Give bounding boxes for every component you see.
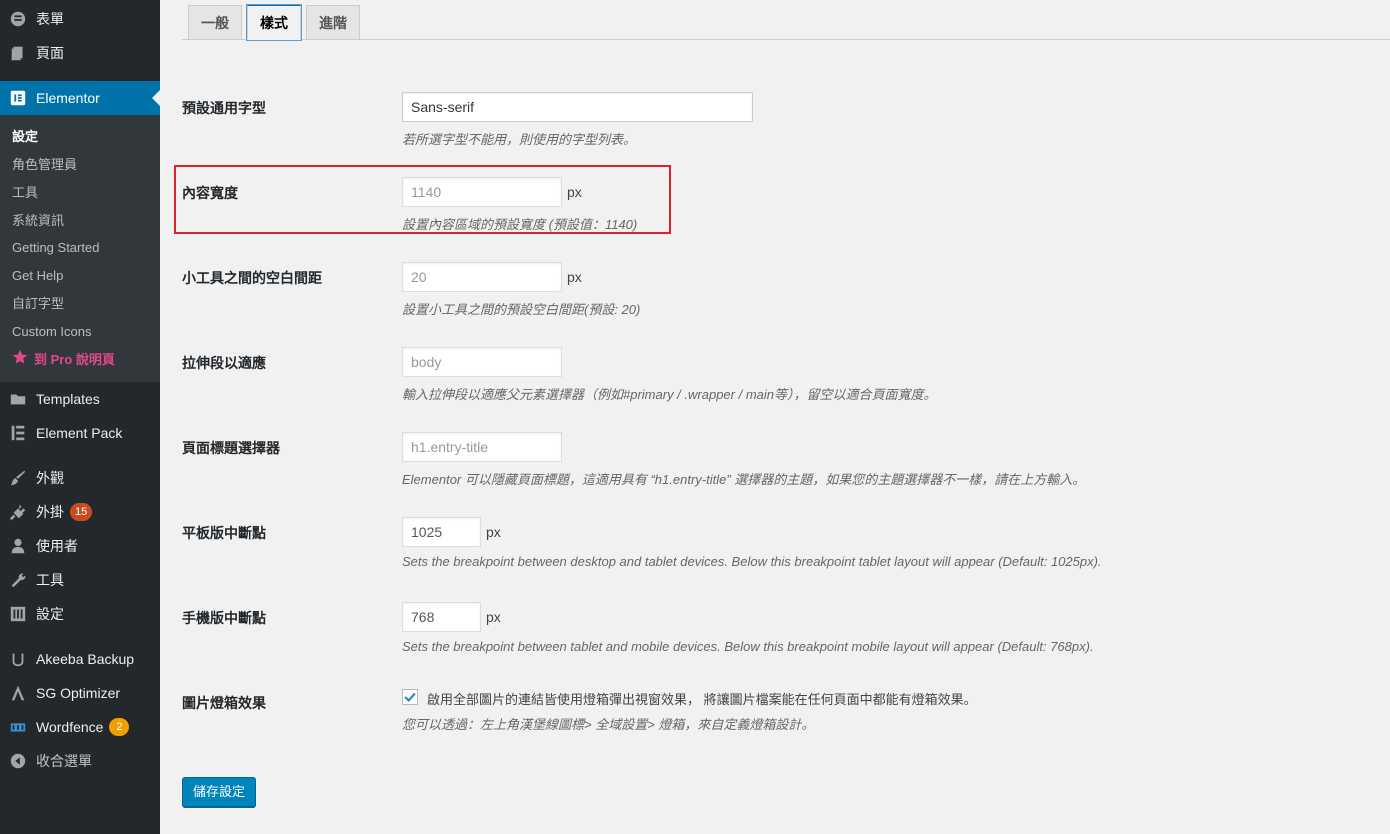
submenu-item-tools[interactable]: 工具 [12, 183, 38, 203]
tab-advanced[interactable]: 進階 [306, 5, 360, 40]
menu-item-label: 設定 [36, 606, 64, 622]
tablet-breakpoint-unit: px [486, 524, 501, 540]
elementor-icon [0, 89, 36, 107]
menu-item-label: 收合選單 [36, 753, 92, 769]
lightbox-checkbox[interactable] [402, 689, 418, 705]
tab-general[interactable]: 一般 [188, 5, 242, 40]
tablet-breakpoint-label: 平板版中斷點 [182, 525, 266, 541]
elementor-submenu: 設定 角色管理員 工具 系統資訊 Getting Started Get Hel… [0, 115, 160, 382]
submenu-item-custom-fonts[interactable]: 自訂字型 [12, 294, 64, 314]
save-settings-button[interactable]: 儲存設定 [182, 777, 256, 807]
page-title-selector-label: 頁面標題選擇器 [182, 440, 280, 456]
form-icon [0, 10, 36, 28]
menu-item-akeeba-backup[interactable]: Akeeba Backup [0, 642, 160, 676]
widget-space-input[interactable]: 20 [402, 262, 562, 292]
page-title-selector-input[interactable]: h1.entry-title [402, 432, 562, 462]
tablet-breakpoint-desc: Sets the breakpoint between desktop and … [402, 554, 1102, 569]
default-font-desc: 若所選字型不能用，則使用的字型列表。 [402, 132, 637, 147]
paintbrush-icon [0, 469, 36, 487]
content-width-unit: px [567, 184, 582, 200]
page-title-selector-desc: Elementor 可以隱藏頁面標題，這適用具有 “h1.entry-title… [402, 472, 1086, 487]
default-font-label: 預設通用字型 [182, 100, 266, 116]
tablet-breakpoint-input[interactable]: 1025 [402, 517, 481, 547]
menu-item-element-pack[interactable]: Element Pack [0, 416, 160, 450]
default-font-input[interactable]: Sans-serif [402, 92, 753, 122]
menu-item-sg-optimizer[interactable]: SG Optimizer [0, 676, 160, 710]
widget-space-desc: 設置小工具之間的預設空白間距(預設: 20) [402, 302, 641, 317]
mobile-breakpoint-input[interactable]: 768 [402, 602, 481, 632]
menu-item-wordfence[interactable]: Wordfence 2 [0, 710, 160, 744]
menu-item-label: 表單 [36, 11, 64, 27]
menu-item-label: SG Optimizer [36, 685, 121, 701]
menu-item-label: Element Pack [36, 425, 123, 441]
content-width-input[interactable]: 1140 [402, 177, 562, 207]
stretch-section-input[interactable]: body [402, 347, 562, 377]
checkmark-icon [404, 692, 416, 703]
menu-item-forms[interactable]: 表單 [0, 2, 160, 36]
collapse-icon [0, 752, 36, 770]
submenu-item-go-pro[interactable]: 到 Pro 說明頁 [12, 349, 115, 371]
mobile-breakpoint-desc: Sets the breakpoint between tablet and m… [402, 639, 1094, 654]
settings-icon [0, 605, 36, 623]
pages-icon [0, 44, 36, 62]
menu-item-users[interactable]: 使用者 [0, 529, 160, 563]
settings-tabs: 一般 樣式 進階 [182, 0, 1390, 40]
content-width-desc: 設置內容區域的預設寬度 (預設值：1140) [402, 217, 638, 232]
tab-style[interactable]: 樣式 [247, 5, 301, 40]
submenu-item-label: 到 Pro 說明頁 [34, 352, 115, 367]
element-pack-icon [0, 424, 36, 442]
user-icon [0, 537, 36, 555]
akeeba-icon [0, 650, 36, 668]
menu-item-appearance[interactable]: 外觀 [0, 461, 160, 495]
menu-item-label: Akeeba Backup [36, 651, 135, 667]
menu-item-label: 外掛 [36, 504, 64, 520]
settings-main: 一般 樣式 進階 預設通用字型 Sans-serif 若所選字型不能用，則使用的… [160, 0, 1390, 834]
lightbox-label: 圖片燈箱效果 [182, 695, 266, 711]
widget-space-label: 小工具之間的空白間距 [182, 270, 322, 286]
submenu-item-system-info[interactable]: 系統資訊 [12, 211, 64, 231]
content-width-label: 內容寬度 [182, 185, 238, 201]
lightbox-checkbox-label[interactable]: 啟用全部圖片的連結皆使用燈箱彈出視窗效果， 將讓圖片檔案能在任何頁面中都能有燈箱… [427, 689, 977, 708]
menu-item-label: 工具 [36, 572, 64, 588]
menu-item-collapse[interactable]: 收合選單 [0, 744, 160, 778]
menu-item-label: 頁面 [36, 45, 64, 61]
menu-item-elementor[interactable]: Elementor [0, 81, 160, 115]
menu-item-label: Wordfence [36, 719, 104, 735]
menu-item-plugins[interactable]: 外掛 15 [0, 495, 160, 529]
notification-badge: 2 [109, 718, 130, 736]
menu-item-label: Templates [36, 391, 100, 407]
plugin-icon [0, 503, 36, 521]
mobile-breakpoint-label: 手機版中斷點 [182, 610, 266, 626]
folder-icon [0, 390, 36, 408]
menu-item-tools[interactable]: 工具 [0, 563, 160, 597]
menu-item-label: 外觀 [36, 470, 64, 486]
submenu-item-get-help[interactable]: Get Help [12, 266, 63, 286]
mobile-breakpoint-unit: px [486, 609, 501, 625]
admin-sidebar: 表單 頁面 Elementor 設定 角色管理員 工具 系統資訊 Getting… [0, 0, 160, 834]
submenu-item-settings[interactable]: 設定 [12, 127, 38, 147]
lightbox-desc: 您可以透過：左上角漢堡線圖標> 全域設置> 燈箱，來自定義燈箱設計。 [402, 717, 815, 732]
menu-item-pages[interactable]: 頁面 [0, 36, 160, 70]
menu-item-label: 使用者 [36, 538, 78, 554]
submenu-item-role-manager[interactable]: 角色管理員 [12, 155, 77, 175]
star-icon [12, 349, 28, 371]
wrench-icon [0, 571, 36, 589]
stretch-section-label: 拉伸段以適應 [182, 355, 266, 371]
menu-item-settings[interactable]: 設定 [0, 597, 160, 631]
widget-space-unit: px [567, 269, 582, 285]
wordfence-icon [0, 718, 36, 736]
stretch-section-desc: 輸入拉伸段以適應父元素選擇器（例如#primary / .wrapper / m… [402, 387, 937, 402]
menu-item-templates[interactable]: Templates [0, 382, 160, 416]
sg-optimizer-icon [0, 684, 36, 702]
submenu-item-getting-started[interactable]: Getting Started [12, 238, 99, 258]
menu-item-label: Elementor [36, 90, 100, 106]
submenu-item-custom-icons[interactable]: Custom Icons [12, 322, 91, 342]
update-count-badge: 15 [70, 503, 93, 521]
